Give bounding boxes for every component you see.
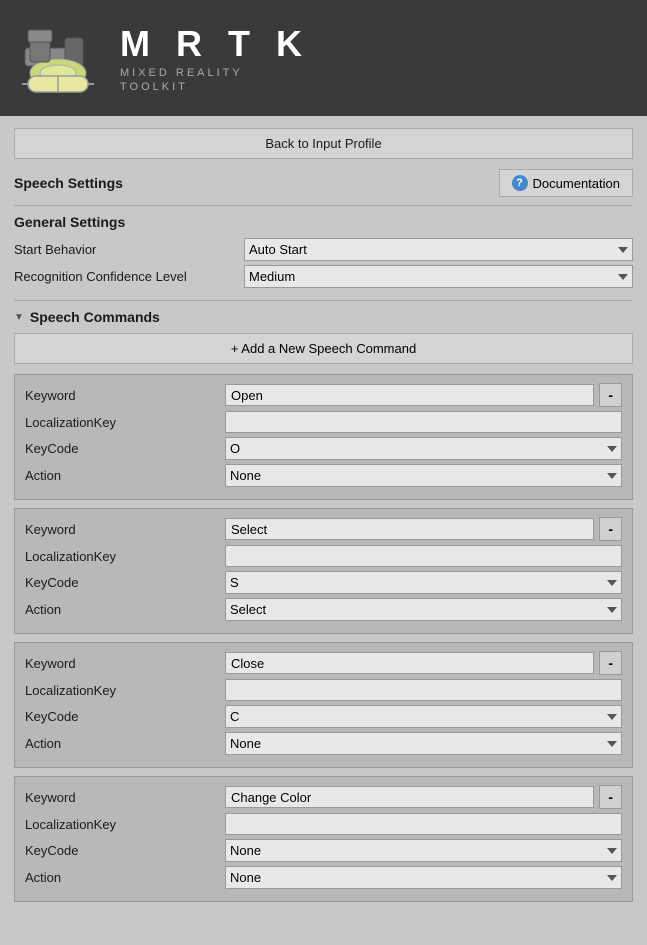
general-divider [14,300,633,301]
keycode-row-3: KeyCode NoneABCD EFGHI JKLMN OPQRS TUVWX… [25,839,622,862]
localization-label-0: LocalizationKey [25,415,225,430]
localization-label-1: LocalizationKey [25,549,225,564]
speech-settings-label: Speech Settings [14,175,123,191]
command-block-1: Keyword - LocalizationKey KeyCode NoneAB… [14,508,633,634]
keyword-row-1: Keyword - [25,517,622,541]
action-label-3: Action [25,870,225,885]
speech-commands-section: ▼ Speech Commands + Add a New Speech Com… [14,309,633,902]
keycode-label-2: KeyCode [25,709,225,724]
keycode-label-1: KeyCode [25,575,225,590]
keycode-label-0: KeyCode [25,441,225,456]
recognition-confidence-row: Recognition Confidence Level Low Medium … [14,265,633,288]
remove-command-1[interactable]: - [599,517,622,541]
logo-subtitle-line1: MIXED REALITY [120,67,310,79]
localization-row-1: LocalizationKey [25,545,622,567]
action-select-3[interactable]: NoneSelectMenuGripTrigger [225,866,622,889]
logo-text-block: M R T K MIXED REALITY TOOLKIT [120,23,310,93]
recognition-confidence-label: Recognition Confidence Level [14,269,244,284]
action-row-1: Action NoneSelectMenuGripTrigger [25,598,622,621]
localization-input-0[interactable] [225,411,622,433]
general-settings-section: General Settings Start Behavior Auto Sta… [14,214,633,288]
action-select-0[interactable]: NoneSelectMenuGripTrigger [225,464,622,487]
speech-commands-title: Speech Commands [30,309,160,325]
start-behavior-select[interactable]: Auto Start Manual Start [244,238,633,261]
keyword-row-3: Keyword - [25,785,622,809]
logo-subtitle-line2: TOOLKIT [120,81,310,93]
action-select-1[interactable]: NoneSelectMenuGripTrigger [225,598,622,621]
localization-input-3[interactable] [225,813,622,835]
speech-commands-header: ▼ Speech Commands [14,309,633,325]
action-row-2: Action NoneSelectMenuGripTrigger [25,732,622,755]
keyword-row-2: Keyword - [25,651,622,675]
main-content: Back to Input Profile Speech Settings ? … [0,116,647,922]
keycode-select-1[interactable]: NoneABCD EFGHI JKLMN OPQRS TUVWX YZ [225,571,622,594]
app-header: M R T K MIXED REALITY TOOLKIT [0,0,647,116]
keyword-label-0: Keyword [25,388,225,403]
logo-title: M R T K [120,23,310,65]
localization-row-2: LocalizationKey [25,679,622,701]
localization-row-0: LocalizationKey [25,411,622,433]
general-settings-title: General Settings [14,214,633,230]
remove-command-0[interactable]: - [599,383,622,407]
localization-label-3: LocalizationKey [25,817,225,832]
mrtk-logo-icon [20,18,100,98]
localization-input-2[interactable] [225,679,622,701]
triangle-icon: ▼ [14,312,24,323]
speech-settings-header-row: Speech Settings ? Documentation [14,169,633,197]
add-speech-command-button[interactable]: + Add a New Speech Command [14,333,633,364]
keycode-row-2: KeyCode NoneABCD EFGHI JKLMN OPQRS TUVWX… [25,705,622,728]
action-select-2[interactable]: NoneSelectMenuGripTrigger [225,732,622,755]
keycode-select-0[interactable]: NoneABCD EFGHI JKLMN OPQRS TUVWX YZ [225,437,622,460]
localization-label-2: LocalizationKey [25,683,225,698]
remove-command-2[interactable]: - [599,651,622,675]
keycode-label-3: KeyCode [25,843,225,858]
start-behavior-row: Start Behavior Auto Start Manual Start [14,238,633,261]
localization-row-3: LocalizationKey [25,813,622,835]
action-label-2: Action [25,736,225,751]
keyword-input-1[interactable] [225,518,594,540]
keyword-input-2[interactable] [225,652,594,674]
header-divider [14,205,633,206]
command-block-2: Keyword - LocalizationKey KeyCode NoneAB… [14,642,633,768]
action-row-0: Action NoneSelectMenuGripTrigger [25,464,622,487]
doc-icon: ? [512,175,528,191]
action-label-0: Action [25,468,225,483]
localization-input-1[interactable] [225,545,622,567]
doc-button-label: Documentation [533,176,620,191]
recognition-confidence-select[interactable]: Low Medium High [244,265,633,288]
action-row-3: Action NoneSelectMenuGripTrigger [25,866,622,889]
back-to-input-profile-button[interactable]: Back to Input Profile [14,128,633,159]
documentation-button[interactable]: ? Documentation [499,169,633,197]
keyword-input-3[interactable] [225,786,594,808]
remove-command-3[interactable]: - [599,785,622,809]
keycode-row-1: KeyCode NoneABCD EFGHI JKLMN OPQRS TUVWX… [25,571,622,594]
keycode-select-3[interactable]: NoneABCD EFGHI JKLMN OPQRS TUVWX YZ [225,839,622,862]
keyword-input-0[interactable] [225,384,594,406]
keyword-label-2: Keyword [25,656,225,671]
command-block-3: Keyword - LocalizationKey KeyCode NoneAB… [14,776,633,902]
keyword-label-3: Keyword [25,790,225,805]
keyword-label-1: Keyword [25,522,225,537]
command-block-0: Keyword - LocalizationKey KeyCode NoneAB… [14,374,633,500]
keycode-select-2[interactable]: NoneABCD EFGHI JKLMN OPQRS TUVWX YZ [225,705,622,728]
action-label-1: Action [25,602,225,617]
keycode-row-0: KeyCode NoneABCD EFGHI JKLMN OPQRS TUVWX… [25,437,622,460]
start-behavior-label: Start Behavior [14,242,244,257]
keyword-row-0: Keyword - [25,383,622,407]
